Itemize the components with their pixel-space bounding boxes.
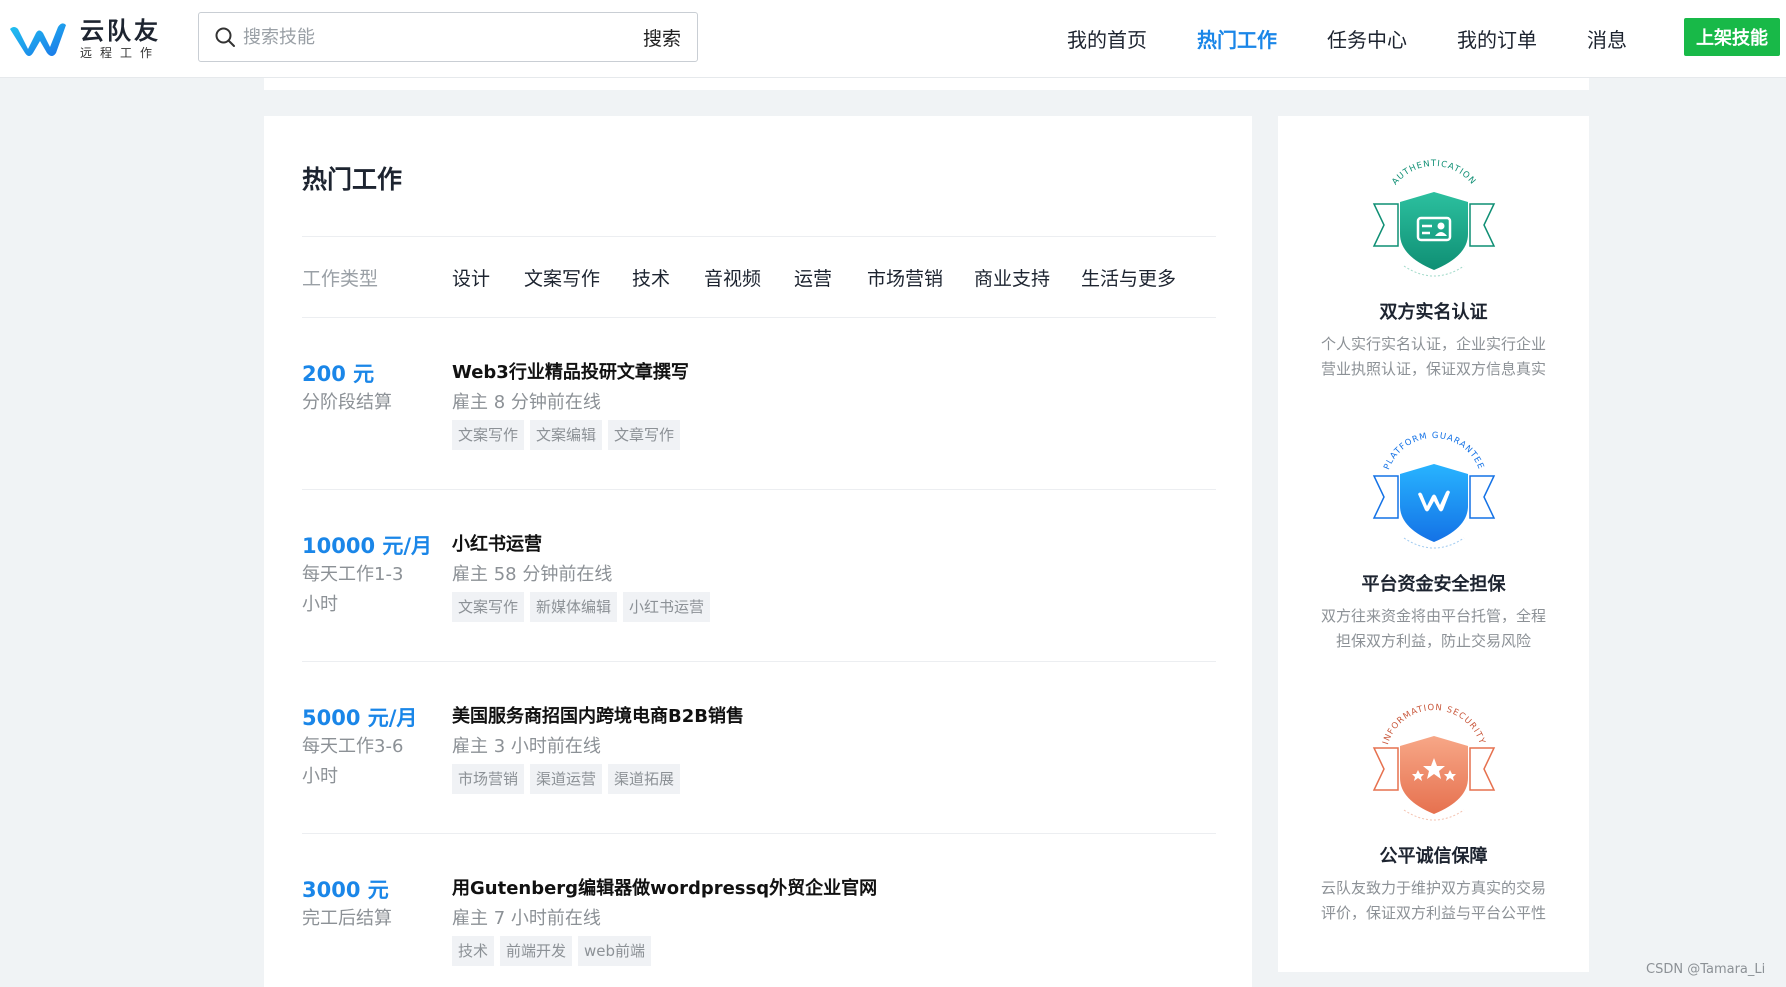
search-input[interactable]	[243, 17, 643, 57]
job-price: 10000 元/月	[302, 534, 433, 558]
feature-title: 公平诚信保障	[1379, 846, 1488, 867]
feature-platform-guarantee: PLATFORM GUARANTEE 平台资金安全担保 双方往来资金将由平台托管…	[1278, 428, 1589, 654]
platform-guarantee-badge-icon: PLATFORM GUARANTEE	[1372, 431, 1495, 549]
job-item[interactable]: 3000 元 完工后结算 用Gutenberg编辑器做wordpressq外贸企…	[302, 874, 1216, 984]
feature-description: 双方往来资金将由平台托管，全程担保双方利益，防止交易风险	[1320, 607, 1546, 650]
logo-name: 云队友	[80, 17, 161, 45]
nav-messages[interactable]: 消息	[1587, 24, 1627, 53]
badge-arc-text: AUTHENTICATION	[1390, 159, 1477, 187]
divider	[302, 661, 1216, 662]
job-title[interactable]: 美国服务商招国内跨境电商B2B销售	[452, 702, 744, 728]
nav-task-center[interactable]: 任务中心	[1327, 24, 1407, 53]
job-settlement: 分阶段结算	[302, 392, 392, 413]
employer-online-status: 雇主 8 分钟前在线	[452, 392, 601, 413]
filter-life-more[interactable]: 生活与更多	[1081, 264, 1176, 291]
job-settlement: 每天工作1-3 小时	[302, 564, 404, 615]
information-security-badge-icon: INFORMATION SECURITY	[1372, 703, 1495, 821]
job-item[interactable]: 5000 元/月 每天工作3-6 小时 美国服务商招国内跨境电商B2B销售 雇主…	[302, 702, 1216, 832]
svg-text:AUTHENTICATION: AUTHENTICATION	[1390, 159, 1478, 187]
filter-operations[interactable]: 运营	[794, 264, 832, 291]
job-title[interactable]: 小红书运营	[452, 530, 542, 556]
hot-jobs-panel: 热门工作 工作类型 设计 文案写作 技术 音视频 运营 市场营销 商业支持 生活…	[264, 116, 1252, 987]
job-settlement: 每天工作3-6 小时	[302, 736, 404, 787]
nav-hot-jobs[interactable]: 热门工作	[1197, 24, 1277, 53]
job-tag[interactable]: 技术	[452, 936, 495, 966]
nav-home[interactable]: 我的首页	[1067, 24, 1147, 53]
top-strip	[264, 78, 1589, 90]
job-tag[interactable]: 市场营销	[452, 764, 525, 794]
divider	[302, 317, 1216, 318]
divider	[302, 489, 1216, 490]
search-box: 搜索	[198, 12, 698, 62]
filter-marketing[interactable]: 市场营销	[867, 264, 943, 291]
search-icon	[215, 27, 235, 47]
job-price: 5000 元/月	[302, 706, 418, 730]
logo-w-icon	[10, 23, 66, 56]
job-tag[interactable]: 渠道运营	[530, 764, 603, 794]
job-tag[interactable]: 新媒体编辑	[530, 592, 618, 622]
job-price: 200 元	[302, 362, 375, 386]
job-title[interactable]: 用Gutenberg编辑器做wordpressq外贸企业官网	[452, 874, 877, 900]
job-settlement: 完工后结算	[302, 908, 392, 929]
job-tag[interactable]: 渠道拓展	[608, 764, 681, 794]
authentication-badge-icon: AUTHENTICATION	[1372, 159, 1495, 277]
filter-copywriting[interactable]: 文案写作	[524, 264, 600, 291]
feature-information-security: INFORMATION SECURITY 公平诚信保障 云队友致力于维护双方真实…	[1278, 700, 1589, 926]
filter-label: 工作类型	[302, 268, 379, 290]
job-title[interactable]: Web3行业精品投研文章撰写	[452, 358, 689, 384]
feature-title: 平台资金安全担保	[1361, 574, 1506, 595]
job-tags: 市场营销 渠道运营 渠道拓展	[452, 764, 681, 794]
job-tag[interactable]: 小红书运营	[623, 592, 711, 622]
search-button[interactable]: 搜索	[643, 24, 681, 51]
feature-title: 双方实名认证	[1379, 302, 1488, 323]
employer-online-status: 雇主 3 小时前在线	[452, 736, 601, 757]
nav-my-orders[interactable]: 我的订单	[1457, 24, 1537, 53]
divider	[302, 833, 1216, 834]
job-tags: 文案写作 文案编辑 文章写作	[452, 420, 681, 450]
logo-subtitle: 远程工作	[80, 46, 161, 60]
logo[interactable]: 云队友 远程工作	[6, 16, 166, 62]
job-tag[interactable]: 文章写作	[608, 420, 681, 450]
list-skill-button[interactable]: 上架技能	[1684, 18, 1780, 56]
job-tag[interactable]: 前端开发	[500, 936, 573, 966]
job-item[interactable]: 10000 元/月 每天工作1-3 小时 小红书运营 雇主 58 分钟前在线 文…	[302, 530, 1216, 660]
top-header: 云队友 远程工作 搜索 我的首页 热门工作 任务中心 我的订单 消息 上架技能	[0, 0, 1786, 78]
job-item[interactable]: 200 元 分阶段结算 Web3行业精品投研文章撰写 雇主 8 分钟前在线 文案…	[302, 358, 1216, 488]
job-tag[interactable]: web前端	[578, 936, 652, 966]
divider	[302, 236, 1216, 237]
job-price: 3000 元	[302, 878, 389, 902]
employer-online-status: 雇主 58 分钟前在线	[452, 564, 613, 585]
filter-design[interactable]: 设计	[452, 264, 490, 291]
job-tags: 文案写作 新媒体编辑 小红书运营	[452, 592, 711, 622]
filter-business-support[interactable]: 商业支持	[974, 264, 1050, 291]
section-title: 热门工作	[302, 165, 403, 194]
job-tag[interactable]: 文案写作	[452, 592, 525, 622]
guarantee-sidebar: AUTHENTICATION 双方实名认证 个人实行实名认证，企业实行企业营业执…	[1278, 116, 1589, 972]
feature-authentication: AUTHENTICATION 双方实名认证 个人实行实名认证，企业实行企业营业执…	[1278, 156, 1589, 382]
job-tags: 技术 前端开发 web前端	[452, 936, 652, 966]
filter-tech[interactable]: 技术	[632, 264, 670, 291]
watermark: CSDN @Tamara_Li	[1646, 962, 1766, 977]
feature-description: 云队友致力于维护双方真实的交易评价，保证双方利益与平台公平性	[1320, 879, 1546, 922]
job-tag[interactable]: 文案写作	[452, 420, 525, 450]
feature-description: 个人实行实名认证，企业实行企业营业执照认证，保证双方信息真实	[1320, 335, 1546, 378]
job-tag[interactable]: 文案编辑	[530, 420, 603, 450]
employer-online-status: 雇主 7 小时前在线	[452, 908, 601, 929]
filter-audio-video[interactable]: 音视频	[704, 264, 761, 291]
